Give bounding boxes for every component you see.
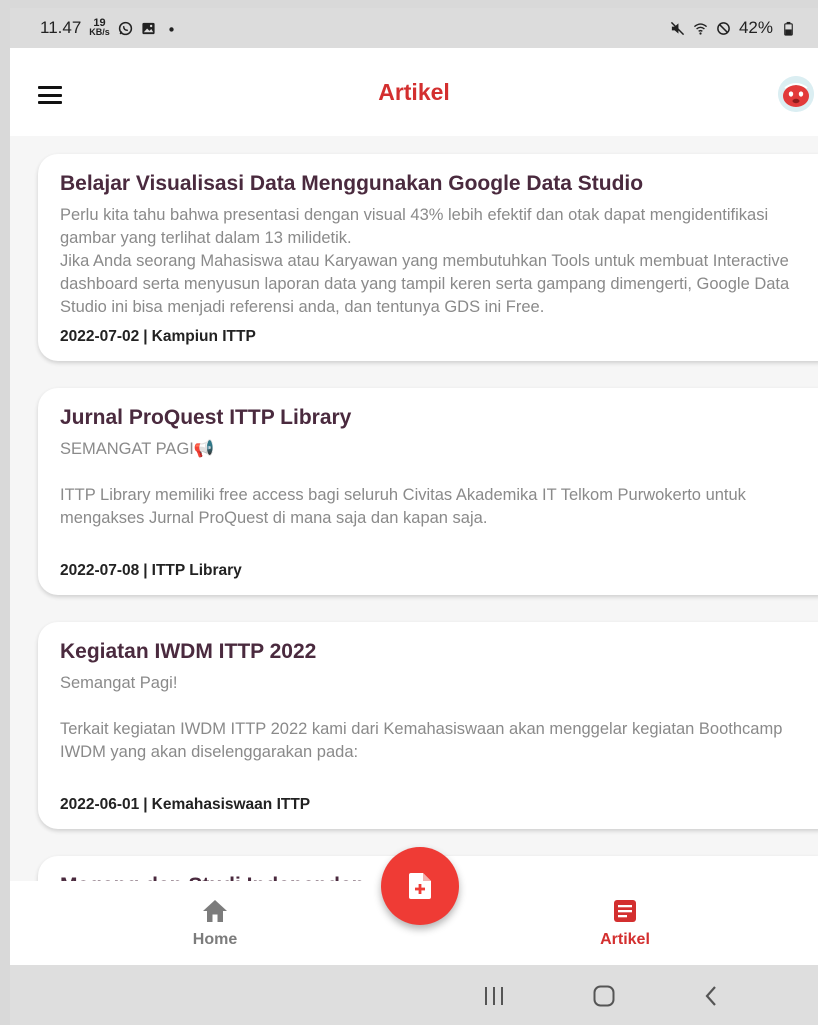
article-title: Kegiatan IWDM ITTP 2022: [60, 640, 317, 663]
article-title: Jurnal ProQuest ITTP Library: [60, 406, 352, 429]
article-excerpt: SEMANGAT PAGI📢 ITTP Library memiliki fre…: [60, 440, 746, 527]
article-icon: [614, 900, 636, 922]
system-navigation-bar: [10, 965, 818, 1025]
nav-artikel[interactable]: Artikel: [565, 899, 685, 949]
meta-separator: |: [143, 796, 148, 813]
status-time: 11.47: [40, 18, 82, 37]
page-title: Artikel: [378, 78, 450, 105]
battery-icon: [784, 21, 793, 36]
article-title: Belajar Visualisasi Data Menggunakan Goo…: [60, 172, 644, 195]
meta-separator: |: [143, 328, 148, 345]
notification-dot-icon: [169, 26, 174, 32]
phone-screen: 11.47 19 KB/s 42% Artikel Belajar Visual…: [10, 8, 818, 1025]
article-excerpt: Semangat Pagi! Terkait kegiatan IWDM ITT…: [60, 674, 783, 761]
nav-home[interactable]: Home: [155, 899, 275, 949]
article-card[interactable]: Belajar Visualisasi Data Menggunakan Goo…: [38, 154, 818, 361]
avatar-mascot-icon: [778, 76, 814, 112]
recent-apps-icon[interactable]: [482, 985, 506, 1007]
nav-home-label: Home: [192, 931, 238, 948]
meta-separator: |: [143, 562, 148, 579]
article-author: Kampiun ITTP: [151, 328, 256, 345]
do-not-disturb-icon: [717, 21, 730, 35]
article-meta: 2022-06-01 | Kemahasiswaan ITTP: [60, 796, 310, 814]
hamburger-menu-icon[interactable]: [38, 86, 62, 104]
app-header: Artikel: [10, 48, 818, 136]
wifi-icon: [693, 22, 708, 35]
avatar[interactable]: [778, 76, 814, 112]
article-excerpt: Perlu kita tahu bahwa presentasi dengan …: [60, 206, 790, 316]
article-date: 2022-07-02: [60, 328, 140, 345]
add-document-icon: [409, 873, 431, 899]
network-speed-unit: KB/s: [89, 27, 110, 37]
home-icon: [203, 900, 227, 922]
back-icon[interactable]: [700, 985, 724, 1007]
network-speed: 19 KB/s: [89, 18, 110, 37]
article-list[interactable]: Belajar Visualisasi Data Menggunakan Goo…: [10, 136, 818, 888]
status-bar: 11.47 19 KB/s 42%: [10, 8, 818, 48]
status-left: 11.47 19 KB/s: [40, 18, 179, 38]
add-article-button[interactable]: [381, 847, 459, 925]
screenshot-frame: 11.47 19 KB/s 42% Artikel Belajar Visual…: [0, 0, 818, 1025]
article-card[interactable]: Jurnal ProQuest ITTP Library SEMANGAT PA…: [38, 388, 818, 595]
article-meta: 2022-07-02 | Kampiun ITTP: [60, 328, 256, 346]
article-card[interactable]: Kegiatan IWDM ITTP 2022 Semangat Pagi! T…: [38, 622, 818, 829]
article-date: 2022-06-01: [60, 796, 140, 813]
system-home-icon[interactable]: [592, 985, 616, 1007]
article-author: ITTP Library: [151, 562, 242, 579]
status-right: 42%: [670, 18, 796, 38]
nav-artikel-label: Artikel: [600, 931, 650, 948]
gallery-icon: [142, 22, 155, 34]
whatsapp-icon: [118, 21, 132, 35]
mute-icon: [670, 21, 685, 35]
battery-percent: 42%: [738, 18, 773, 37]
article-meta: 2022-07-08 | ITTP Library: [60, 562, 242, 580]
article-date: 2022-07-08: [60, 562, 140, 579]
article-author: Kemahasiswaan ITTP: [151, 796, 311, 813]
